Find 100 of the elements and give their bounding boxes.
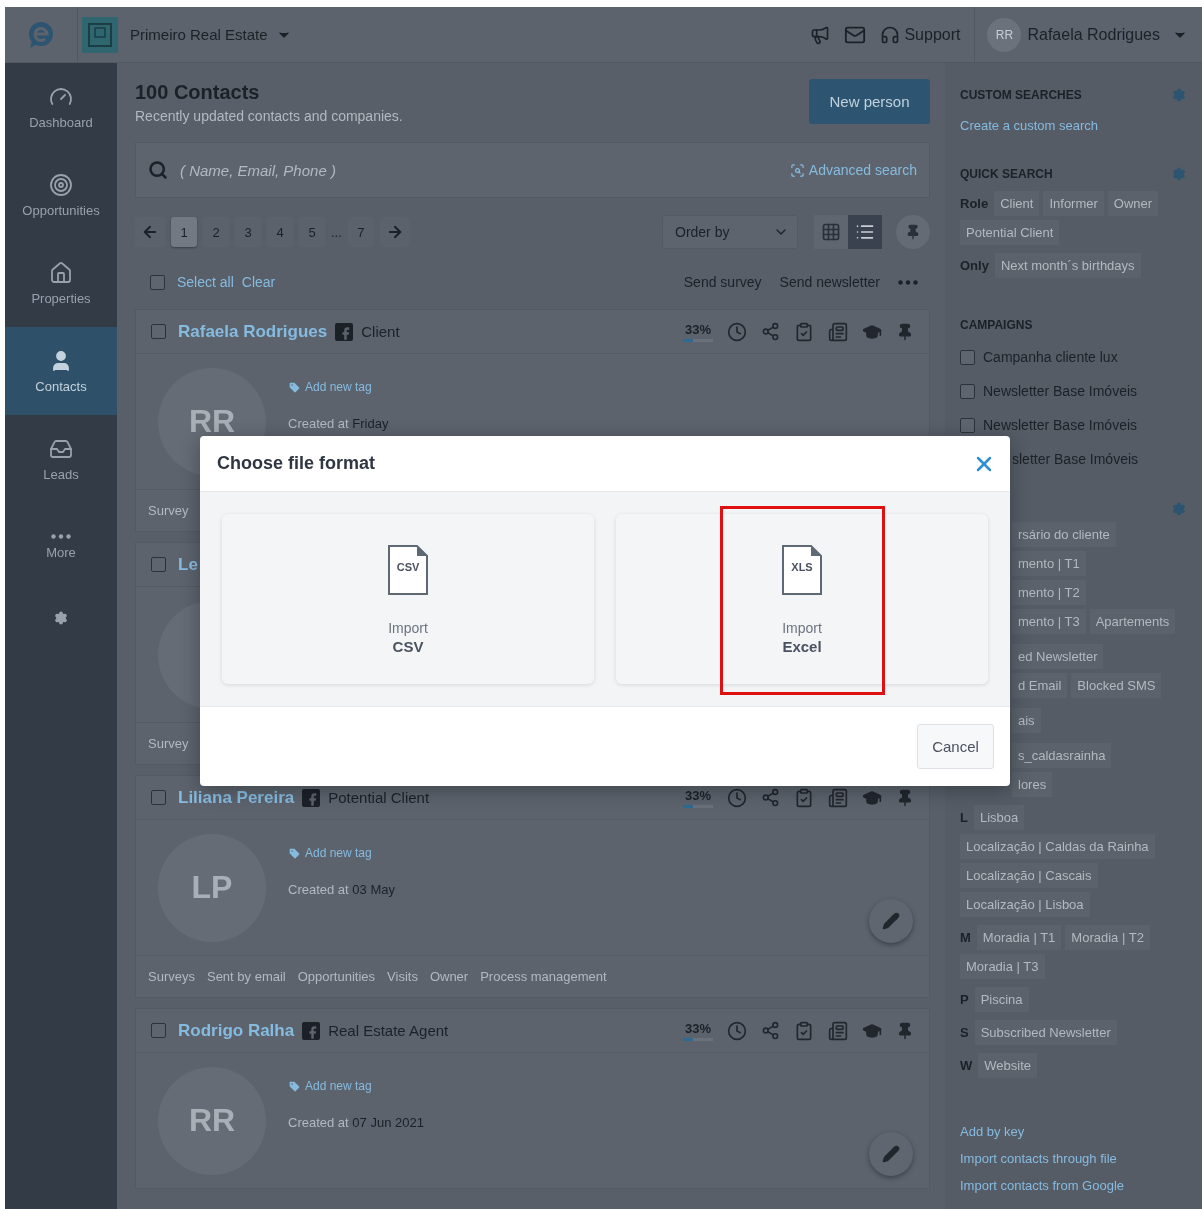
card-tab-link[interactable]: Surveys — [148, 969, 195, 984]
filter-tag[interactable]: Localização | Cascais — [960, 863, 1098, 888]
document-icon[interactable] — [828, 321, 848, 342]
campaign-checkbox[interactable] — [960, 383, 975, 399]
card-tab-link[interactable]: Owner — [429, 969, 469, 984]
card-tab-link[interactable]: Survey — [148, 736, 189, 751]
pin-icon[interactable] — [896, 322, 914, 341]
contact-checkbox[interactable] — [151, 324, 166, 339]
document-icon[interactable] — [828, 787, 848, 808]
campaign-label[interactable]: sletter Base Imóveis — [1012, 451, 1139, 467]
campaign-label[interactable]: Newsletter Base Imóveis — [983, 417, 1138, 433]
clock-icon[interactable] — [727, 787, 747, 808]
megaphone-icon[interactable] — [810, 24, 831, 45]
checklist-icon[interactable] — [794, 1020, 814, 1041]
checklist-icon[interactable] — [794, 787, 814, 808]
filter-tag[interactable]: ed Newsletter — [1012, 644, 1104, 669]
filter-tag[interactable]: Potential Client — [960, 220, 1060, 245]
contact-name[interactable]: Liliana Pereira — [178, 787, 295, 808]
filter-tag[interactable]: ais — [1012, 708, 1041, 733]
filter-tag[interactable]: s_caldasrainha — [1012, 743, 1112, 768]
settings-icon[interactable] — [54, 611, 68, 625]
share-icon[interactable] — [761, 1021, 780, 1040]
pin-button[interactable] — [896, 215, 930, 249]
support-link[interactable]: Support — [904, 25, 961, 44]
custom-search-link[interactable]: Create a custom search — [960, 118, 1186, 133]
clock-icon[interactable] — [727, 1020, 747, 1041]
search-field[interactable]: ( Name, Email, Phone ) Advanced search — [135, 142, 930, 198]
clock-icon[interactable] — [727, 321, 747, 342]
card-tab-link[interactable]: Survey — [148, 503, 189, 518]
cancel-button[interactable]: Cancel — [917, 724, 994, 769]
headset-icon[interactable] — [880, 24, 901, 45]
contact-name[interactable]: Rafaela Rodrigues — [178, 321, 328, 342]
edit-button[interactable] — [869, 1132, 913, 1176]
filter-tag[interactable]: Website — [978, 1053, 1037, 1078]
nav-item[interactable]: Leads — [5, 415, 117, 503]
file-format-option[interactable]: CSV Import CSV — [222, 514, 594, 684]
filter-tag[interactable]: Localização | Lisboa — [960, 892, 1090, 917]
advanced-search-link[interactable]: Advanced search — [789, 162, 917, 178]
filter-tag[interactable]: Localização | Caldas da Rainha — [960, 834, 1155, 859]
card-tab-link[interactable]: Visits — [387, 969, 418, 984]
filter-tag[interactable]: mento | T1 — [1012, 551, 1086, 576]
filter-tag[interactable]: mento | T2 — [1012, 580, 1086, 605]
bulk-action[interactable]: Send newsletter — [779, 274, 880, 290]
sidebar-link[interactable]: Import contacts through file — [960, 1151, 1186, 1166]
checklist-icon[interactable] — [794, 321, 814, 342]
filter-tag[interactable]: Lisboa — [973, 805, 1025, 830]
nav-item[interactable]: Properties — [5, 239, 117, 327]
campaign-checkbox[interactable] — [960, 417, 975, 433]
user-name[interactable]: Rafaela Rodrigues — [1027, 25, 1160, 44]
add-tag-link[interactable]: Add new tag — [288, 846, 395, 860]
user-avatar[interactable]: RR — [987, 17, 1022, 52]
filter-tag[interactable]: Client — [994, 191, 1040, 216]
file-format-option[interactable]: XLS Import Excel — [616, 514, 988, 684]
filter-tag[interactable]: rsário do cliente — [1012, 522, 1116, 547]
select-all-checkbox[interactable] — [150, 274, 165, 290]
sidebar-link[interactable]: Import contacts from Google — [960, 1178, 1186, 1193]
list-view-button[interactable] — [848, 215, 882, 249]
filter-tag[interactable]: Piscina — [974, 987, 1029, 1012]
contact-name[interactable]: Rodrigo Ralha — [178, 1020, 295, 1041]
edit-button[interactable] — [869, 899, 913, 943]
filter-tag[interactable]: Blocked SMS — [1071, 673, 1162, 698]
filter-tag[interactable]: Apartements — [1089, 609, 1176, 634]
filter-tag[interactable]: Informer — [1043, 191, 1104, 216]
contact-checkbox[interactable] — [151, 790, 166, 805]
add-tag-link[interactable]: Add new tag — [288, 1079, 424, 1093]
filter-tag[interactable]: Moradia | T2 — [1065, 925, 1150, 950]
filter-tag[interactable]: Subscribed Newsletter — [974, 1020, 1117, 1045]
new-person-button[interactable]: New person — [809, 79, 930, 124]
campaign-label[interactable]: Campanha cliente lux — [983, 349, 1118, 365]
nav-item[interactable]: More — [5, 503, 117, 591]
filter-tag[interactable]: Moradia | T3 — [960, 954, 1045, 979]
filter-tag[interactable]: Owner — [1107, 191, 1159, 216]
bulk-action[interactable]: Send survey — [683, 274, 762, 290]
document-icon[interactable] — [828, 1020, 848, 1041]
filter-tag[interactable]: Next month´s birthdays — [994, 253, 1141, 278]
contact-checkbox[interactable] — [151, 557, 166, 572]
company-name[interactable]: Primeiro Real Estate — [130, 26, 268, 43]
share-icon[interactable] — [761, 322, 780, 341]
share-icon[interactable] — [761, 788, 780, 807]
card-tab-link[interactable]: Sent by email — [206, 969, 286, 984]
clear-link[interactable]: Clear — [241, 274, 276, 290]
campaign-label[interactable]: Newsletter Base Imóveis — [983, 383, 1138, 399]
campaign-checkbox[interactable] — [960, 349, 975, 365]
card-tab-link[interactable]: Process management — [480, 969, 607, 984]
pin-icon[interactable] — [896, 788, 914, 807]
contact-name[interactable]: Le — [178, 554, 198, 575]
sidebar-link[interactable]: Add by key — [960, 1124, 1186, 1139]
filter-tag[interactable]: lores — [1012, 772, 1053, 797]
filter-tag[interactable]: mento | T3 — [1012, 609, 1086, 634]
nav-item[interactable]: Contacts — [5, 327, 117, 415]
contact-checkbox[interactable] — [151, 1023, 166, 1038]
nav-item[interactable]: Opportunities — [5, 151, 117, 239]
order-by-select[interactable]: Order by — [662, 215, 798, 249]
nav-item[interactable]: Dashboard — [5, 63, 117, 151]
page-button[interactable]: 1 — [171, 217, 197, 247]
card-tab-link[interactable]: Opportunities — [297, 969, 376, 984]
filter-tag[interactable]: Moradia | T1 — [976, 925, 1062, 950]
add-tag-link[interactable]: Add new tag — [288, 380, 389, 394]
filter-tag[interactable]: d Email — [1012, 673, 1068, 698]
select-all-link[interactable]: Select all — [177, 274, 234, 290]
